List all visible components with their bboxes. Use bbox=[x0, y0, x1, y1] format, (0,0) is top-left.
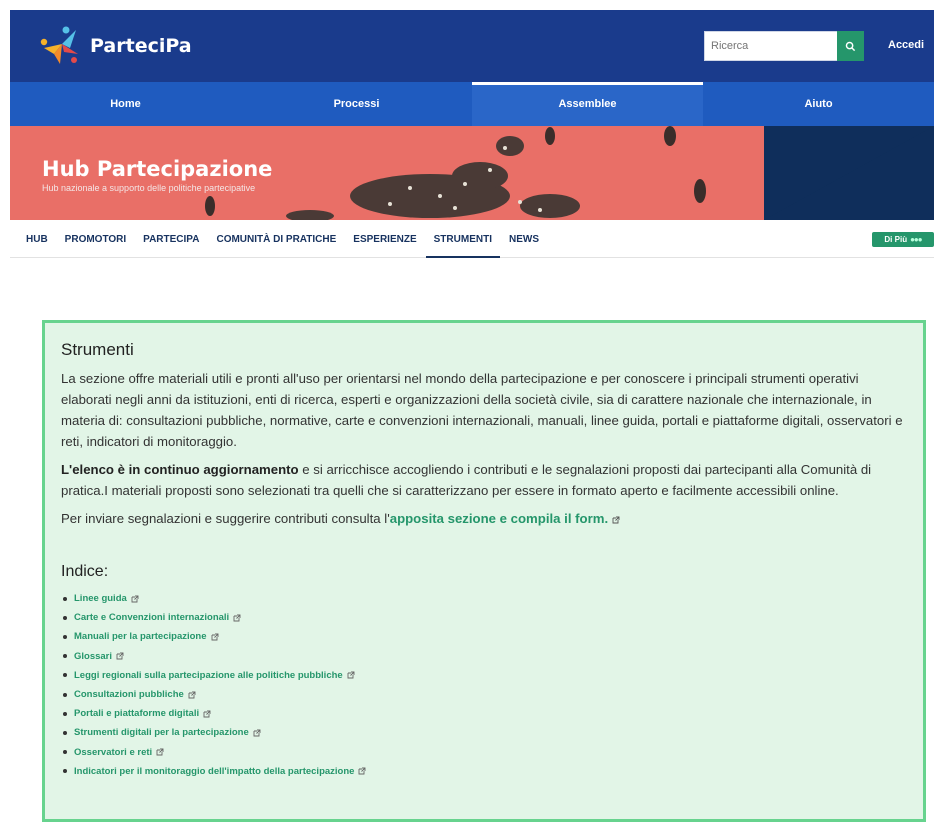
external-link-icon bbox=[188, 691, 196, 698]
external-link-icon bbox=[131, 595, 139, 603]
search-input[interactable] bbox=[705, 32, 835, 60]
list-item[interactable]: Linee guida bbox=[61, 589, 907, 608]
participa-logo-icon bbox=[40, 26, 78, 64]
more-button-label: Di Più bbox=[884, 235, 908, 244]
search-button[interactable] bbox=[837, 31, 864, 61]
top-header: ParteciPa Accedi bbox=[10, 10, 934, 82]
subnav-item-news[interactable]: NEWS bbox=[509, 220, 539, 258]
subnav-item-partecipa[interactable]: PARTECIPA bbox=[143, 220, 199, 258]
search-icon bbox=[845, 41, 856, 51]
index-link[interactable]: Indicatori per il monitoraggio dell'impa… bbox=[74, 766, 354, 777]
update-bold-text: L'elenco è in continuo aggiornamento bbox=[61, 462, 299, 477]
external-link-icon bbox=[612, 516, 620, 523]
list-item[interactable]: Osservatori e reti bbox=[61, 743, 907, 762]
subnav-item-promotori[interactable]: PROMOTORI bbox=[65, 220, 126, 258]
external-link-icon bbox=[203, 710, 211, 718]
intro-paragraph: La sezione offre materiali utili e pront… bbox=[61, 371, 903, 449]
index-link[interactable]: Manuali per la partecipazione bbox=[74, 631, 207, 642]
contribute-paragraph: Per inviare segnalazioni e suggerire con… bbox=[61, 508, 907, 529]
section-nav: HUB PROMOTORI PARTECIPA COMUNITÀ DI PRAT… bbox=[10, 220, 934, 259]
tab-home[interactable]: Home bbox=[10, 82, 241, 126]
external-link-icon bbox=[156, 748, 164, 756]
bullet-icon bbox=[63, 634, 67, 639]
external-link-icon bbox=[116, 652, 124, 660]
external-link-icon bbox=[253, 729, 261, 737]
logo-text: ParteciPa bbox=[90, 35, 192, 57]
bullet-icon bbox=[63, 692, 67, 697]
index-link[interactable]: Linee guida bbox=[74, 593, 127, 604]
external-link-icon bbox=[211, 633, 218, 641]
bullet-icon bbox=[63, 615, 67, 620]
index-title: Indice: bbox=[61, 563, 109, 580]
index-list: Linee guida Carte e Convenzioni internaz… bbox=[61, 589, 907, 781]
subnav-item-strumenti[interactable]: STRUMENTI bbox=[425, 220, 501, 259]
form-link[interactable]: apposita sezione e compila il form. bbox=[390, 511, 608, 526]
index-link[interactable]: Leggi regionali sulla partecipazione all… bbox=[74, 670, 343, 681]
update-paragraph: L'elenco è in continuo aggiornamento e s… bbox=[61, 459, 907, 501]
index-link[interactable]: Portali e piattaforme digitali bbox=[74, 708, 199, 719]
bullet-icon bbox=[63, 769, 67, 774]
index-link[interactable]: Glossari bbox=[74, 651, 112, 662]
index-link[interactable]: Consultazioni pubbliche bbox=[74, 689, 184, 700]
login-link[interactable]: Accedi bbox=[888, 39, 924, 51]
list-item[interactable]: Portali e piattaforme digitali bbox=[61, 704, 907, 723]
hero-banner: Hub Partecipazione Hub nazionale a suppo… bbox=[10, 126, 934, 220]
list-item[interactable]: Manuali per la partecipazione bbox=[61, 627, 907, 646]
tab-assemblee[interactable]: Assemblee bbox=[472, 82, 703, 126]
external-link-icon bbox=[358, 767, 366, 775]
index-link[interactable]: Osservatori e reti bbox=[74, 747, 152, 758]
banner-title: Hub Partecipazione bbox=[42, 157, 273, 181]
subnav-item-esperienze[interactable]: ESPERIENZE bbox=[353, 220, 416, 258]
contribute-text: Per inviare segnalazioni e suggerire con… bbox=[61, 511, 390, 526]
list-item[interactable]: Glossari bbox=[61, 647, 907, 666]
main-nav: Home Processi Assemblee Aiuto bbox=[10, 82, 934, 126]
bullet-icon bbox=[63, 654, 67, 659]
list-item[interactable]: Carte e Convenzioni internazionali bbox=[61, 608, 907, 627]
site-logo[interactable]: ParteciPa bbox=[40, 24, 192, 68]
tab-aiuto[interactable]: Aiuto bbox=[703, 82, 934, 126]
bullet-icon bbox=[63, 673, 67, 678]
search-box bbox=[704, 31, 864, 61]
list-item[interactable]: Leggi regionali sulla partecipazione all… bbox=[61, 666, 907, 685]
index-link[interactable]: Strumenti digitali per la partecipazione bbox=[74, 727, 249, 738]
more-button[interactable]: Di Più ●●● bbox=[872, 232, 934, 247]
index-link[interactable]: Carte e Convenzioni internazionali bbox=[74, 612, 229, 623]
external-link-icon bbox=[347, 671, 355, 679]
list-item[interactable]: Indicatori per il monitoraggio dell'impa… bbox=[61, 762, 907, 781]
bullet-icon bbox=[63, 750, 67, 755]
banner-subtitle: Hub nazionale a supporto delle politiche… bbox=[42, 183, 256, 193]
content-panel: Strumenti La sezione offre materiali uti… bbox=[42, 320, 926, 822]
tab-processi[interactable]: Processi bbox=[241, 82, 472, 126]
subnav-item-comunita[interactable]: COMUNITÀ DI PRATICHE bbox=[216, 220, 336, 258]
list-item[interactable]: Strumenti digitali per la partecipazione bbox=[61, 723, 907, 742]
bullet-icon bbox=[63, 596, 67, 601]
page-title: Strumenti bbox=[61, 340, 134, 359]
bullet-icon bbox=[63, 711, 67, 716]
more-dots-icon: ●●● bbox=[910, 235, 922, 244]
subnav-item-hub[interactable]: HUB bbox=[26, 220, 48, 258]
bullet-icon bbox=[63, 730, 67, 735]
list-item[interactable]: Consultazioni pubbliche bbox=[61, 685, 907, 704]
external-link-icon bbox=[233, 614, 241, 622]
